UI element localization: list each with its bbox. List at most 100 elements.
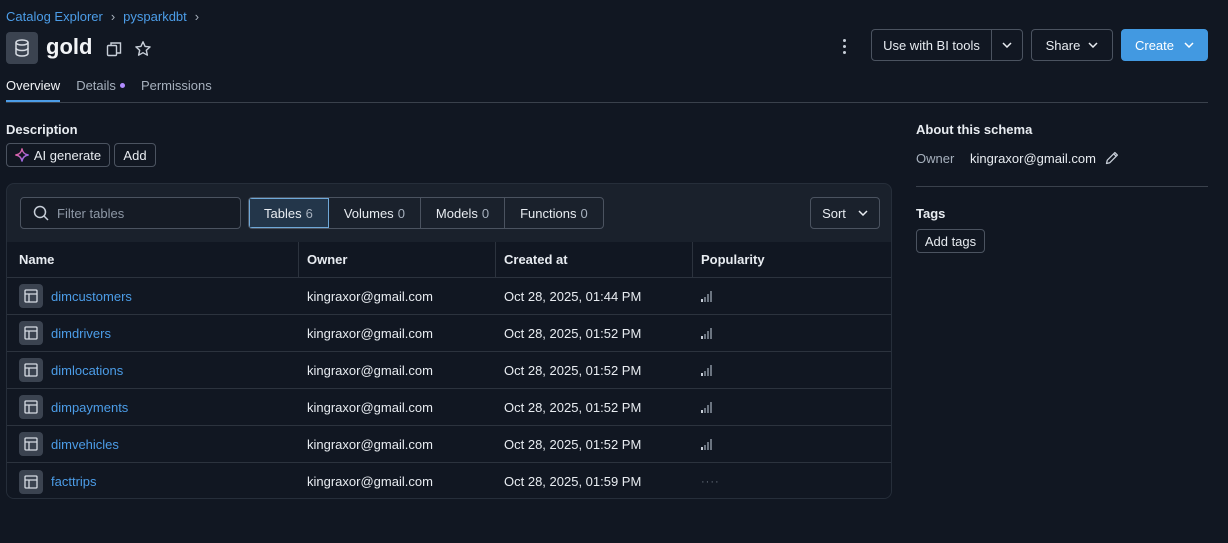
segment-tables-label: Tables bbox=[264, 205, 302, 221]
table-name-link[interactable]: dimvehicles bbox=[51, 437, 119, 452]
column-header-name[interactable]: Name bbox=[7, 242, 299, 277]
share-button[interactable]: Share bbox=[1031, 29, 1113, 61]
more-options-icon[interactable] bbox=[836, 35, 852, 57]
add-tags-button[interactable]: Add tags bbox=[916, 229, 985, 253]
cell-name: dimvehicles bbox=[7, 426, 299, 462]
use-with-bi-tools-button-group: Use with BI tools bbox=[871, 29, 1023, 61]
search-icon bbox=[33, 205, 49, 221]
chevron-right-icon: › bbox=[194, 8, 200, 24]
table-body: dimcustomers kingraxor@gmail.com Oct 28, 2… bbox=[7, 278, 891, 498]
cell-popularity bbox=[693, 389, 891, 425]
column-header-popularity[interactable]: Popularity bbox=[693, 242, 891, 277]
segment-volumes-count: 0 bbox=[397, 205, 405, 221]
cell-owner: kingraxor@gmail.com bbox=[307, 474, 433, 489]
cell-name: dimcustomers bbox=[7, 278, 299, 314]
table-name-link[interactable]: dimcustomers bbox=[51, 289, 132, 304]
cell-name: dimdrivers bbox=[7, 315, 299, 351]
tab-overview[interactable]: Overview bbox=[6, 78, 61, 102]
segment-functions-count: 0 bbox=[580, 205, 588, 221]
table-row[interactable]: dimcustomers kingraxor@gmail.com Oct 28, 2… bbox=[7, 278, 891, 315]
chevron-down-icon bbox=[1184, 42, 1194, 48]
ai-generate-label: AI generate bbox=[33, 147, 102, 163]
cell-name: dimpayments bbox=[7, 389, 299, 425]
schema-database-icon bbox=[6, 32, 38, 64]
popularity-bars-icon bbox=[701, 327, 712, 339]
filter-tables-input[interactable] bbox=[57, 205, 227, 221]
use-with-bi-tools-button[interactable]: Use with BI tools bbox=[872, 30, 992, 60]
cell-owner: kingraxor@gmail.com bbox=[307, 362, 433, 378]
sort-button[interactable]: Sort bbox=[810, 197, 880, 229]
chevron-right-icon: › bbox=[110, 8, 116, 24]
cell-created-at: Oct 28, 2025, 01:52 PM bbox=[504, 362, 642, 378]
filter-tables-field[interactable] bbox=[20, 197, 241, 229]
breadcrumb-catalog-explorer[interactable]: Catalog Explorer bbox=[6, 9, 103, 24]
cell-popularity: ···· bbox=[693, 463, 891, 498]
tab-permissions[interactable]: Permissions bbox=[141, 78, 212, 102]
ai-generate-button[interactable]: AI generate bbox=[6, 143, 110, 167]
segment-functions[interactable]: Functions 0 bbox=[505, 198, 603, 228]
breadcrumb: Catalog Explorer › pysparkdbt › bbox=[6, 8, 199, 24]
add-description-button[interactable]: Add bbox=[114, 143, 156, 167]
column-header-owner[interactable]: Owner bbox=[299, 242, 496, 277]
column-header-created-at[interactable]: Created at bbox=[496, 242, 693, 277]
popularity-bars-icon bbox=[701, 438, 712, 450]
cell-created-at: Oct 28, 2025, 01:52 PM bbox=[504, 436, 642, 452]
tables-card: Tables6 Volumes0 Models0 Functions0 Sort… bbox=[6, 183, 892, 499]
cell-popularity bbox=[693, 352, 891, 388]
edit-pencil-icon[interactable] bbox=[1104, 150, 1120, 166]
segment-tables[interactable]: Tables 6 bbox=[249, 198, 329, 228]
tab-divider bbox=[6, 102, 1208, 103]
segment-volumes-label: Volumes bbox=[343, 205, 394, 221]
cell-popularity bbox=[693, 315, 891, 351]
cell-popularity bbox=[693, 278, 891, 314]
chevron-down-icon bbox=[1088, 42, 1098, 48]
table-icon bbox=[19, 469, 43, 494]
tab-overview-label: Overview bbox=[6, 78, 61, 93]
table-row[interactable]: dimdrivers kingraxor@gmail.com Oct 28, 202… bbox=[7, 315, 891, 352]
popularity-bars-icon bbox=[701, 401, 712, 413]
star-icon[interactable] bbox=[134, 40, 152, 58]
page-title: gold bbox=[46, 34, 93, 59]
table-name-link[interactable]: facttrips bbox=[51, 474, 97, 489]
segment-tables-count: 6 bbox=[305, 205, 313, 221]
owner-label: Owner bbox=[916, 151, 955, 166]
table-name-link[interactable]: dimpayments bbox=[51, 400, 128, 415]
cell-created-at: Oct 28, 2025, 01:52 PM bbox=[504, 325, 642, 341]
segment-functions-label: Functions bbox=[520, 205, 577, 221]
segment-volumes[interactable]: Volumes 0 bbox=[329, 198, 421, 228]
copy-icon[interactable] bbox=[106, 41, 122, 57]
cell-popularity bbox=[693, 426, 891, 462]
table-row[interactable]: dimlocations kingraxor@gmail.com Oct 28, 2… bbox=[7, 352, 891, 389]
unsaved-dot-icon bbox=[119, 83, 125, 88]
chevron-down-icon[interactable] bbox=[992, 30, 1022, 60]
panel-divider bbox=[916, 186, 1208, 187]
sort-label: Sort bbox=[822, 205, 846, 221]
table-icon bbox=[19, 284, 43, 308]
table-icon bbox=[19, 358, 43, 382]
segment-models[interactable]: Models 0 bbox=[421, 198, 506, 228]
create-button-label: Create bbox=[1134, 37, 1175, 53]
table-name-link[interactable]: dimlocations bbox=[51, 363, 123, 378]
about-schema-label: About this schema bbox=[916, 122, 1033, 137]
table-name-link[interactable]: dimdrivers bbox=[51, 326, 111, 341]
cell-created-at: Oct 28, 2025, 01:44 PM bbox=[504, 288, 642, 304]
tab-details-label: Details bbox=[76, 78, 116, 93]
cell-name: dimlocations bbox=[7, 352, 299, 388]
table-row[interactable]: dimvehicles kingraxor@gmail.com Oct 28, 20… bbox=[7, 426, 891, 463]
breadcrumb-pysparkdbt[interactable]: pysparkdbt bbox=[123, 9, 187, 24]
create-button[interactable]: Create bbox=[1121, 29, 1208, 61]
owner-value: kingraxor@gmail.com bbox=[970, 151, 1096, 166]
table-row[interactable]: dimpayments kingraxor@gmail.com Oct 28, 20… bbox=[7, 389, 891, 426]
cell-name: facttrips bbox=[7, 463, 299, 498]
popularity-bars-icon bbox=[701, 290, 712, 302]
segment-models-count: 0 bbox=[481, 205, 490, 221]
tab-details[interactable]: Details bbox=[76, 78, 125, 102]
cell-owner: kingraxor@gmail.com bbox=[307, 399, 433, 415]
tab-permissions-label: Permissions bbox=[140, 78, 212, 93]
table-icon bbox=[19, 432, 43, 456]
table-row[interactable]: facttrips kingraxor@gmail.com Oct 28, 2025… bbox=[7, 463, 891, 498]
segment-models-label: Models bbox=[435, 205, 478, 221]
object-type-segmented-control: Tables 6 Volumes 0 Models 0 Functions 0 bbox=[248, 197, 604, 229]
popularity-none-icon: ···· bbox=[701, 475, 720, 488]
cell-created-at: Oct 28, 2025, 01:59 PM bbox=[504, 474, 642, 489]
